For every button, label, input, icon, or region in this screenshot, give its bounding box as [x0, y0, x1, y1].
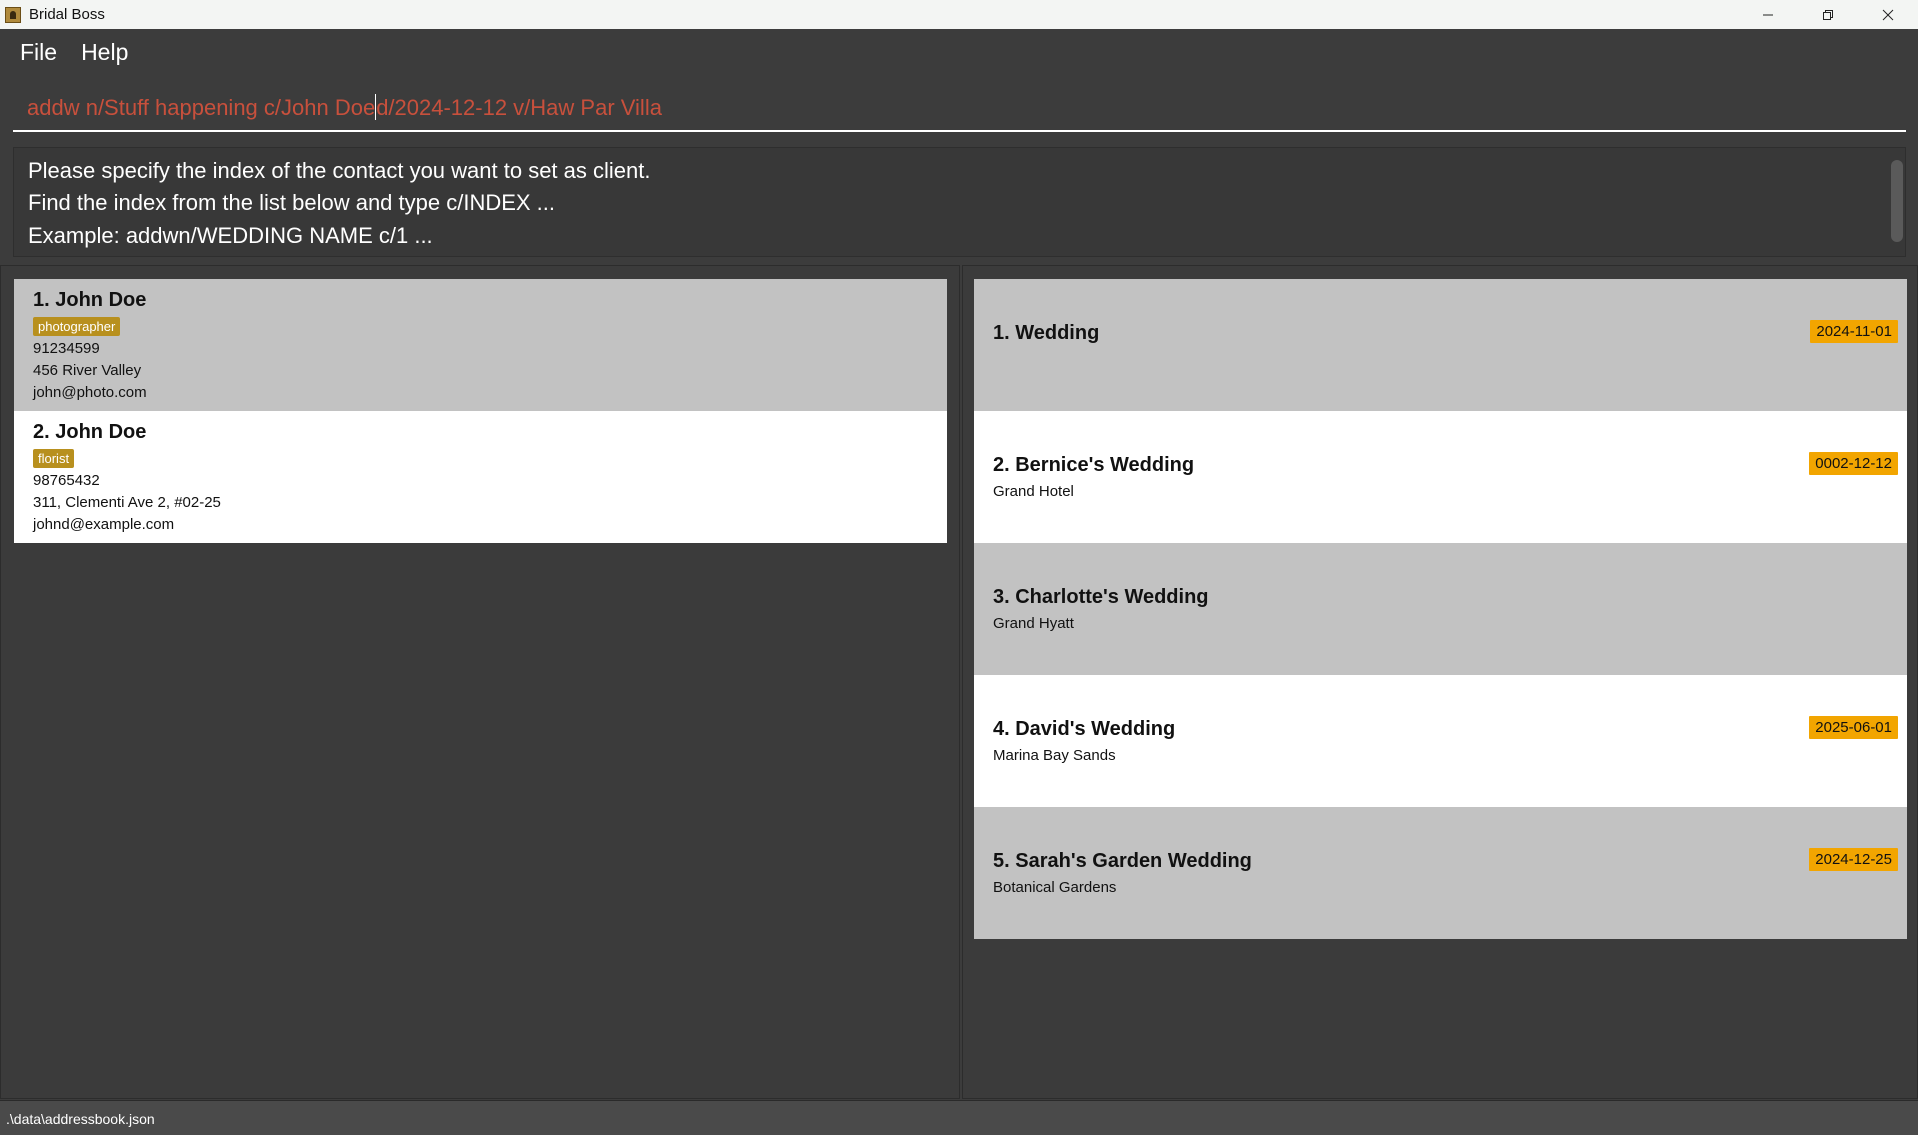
wedding-card[interactable]: 3. Charlotte's Wedding Grand Hyatt: [974, 543, 1907, 675]
person-tag: florist: [33, 449, 75, 468]
wedding-venue: Marina Bay Sands: [993, 747, 1116, 764]
wedding-card[interactable]: 1. Wedding 2024-11-01: [974, 279, 1907, 411]
result-line: Example: addwn/WEDDING NAME c/1 ...: [28, 223, 433, 248]
command-text-before-caret: addw n/Stuff happening c/John Doe: [27, 95, 376, 120]
person-card[interactable]: 2. John Doe florist 98765432 311, Clemen…: [14, 411, 947, 543]
wedding-date-badge: 2025-06-01: [1809, 716, 1898, 739]
person-address: 311, Clementi Ave 2, #02-25: [33, 494, 221, 511]
menu-help[interactable]: Help: [81, 39, 128, 66]
result-line: Please specify the index of the contact …: [28, 158, 651, 183]
wedding-name: 2. Bernice's Wedding: [993, 454, 1195, 476]
wedding-name: 1. Wedding: [993, 322, 1100, 344]
save-file-path: .\data\addressbook.json: [6, 1111, 155, 1127]
window-controls: [1738, 0, 1918, 29]
person-list-panel: 1. John Doe photographer 91234599 456 Ri…: [0, 265, 960, 1099]
menu-bar: File Help: [0, 29, 1918, 75]
wedding-name: 3. Charlotte's Wedding: [993, 586, 1209, 608]
command-input[interactable]: addw n/Stuff happening c/John Doed/2024-…: [27, 94, 662, 121]
wedding-date-badge: 2024-12-25: [1809, 848, 1898, 871]
restore-icon[interactable]: [1798, 0, 1858, 29]
wedding-venue: Grand Hotel: [993, 483, 1074, 500]
person-address: 456 River Valley: [33, 362, 142, 379]
menu-file[interactable]: File: [20, 39, 57, 66]
minimize-icon[interactable]: [1738, 0, 1798, 29]
window-title: Bridal Boss: [29, 6, 105, 23]
person-tag: photographer: [33, 317, 121, 336]
title-bar: Bridal Boss: [0, 0, 1918, 29]
wedding-list-panel: 1. Wedding 2024-11-01 2. Bernice's Weddi…: [962, 265, 1918, 1099]
person-name: 2. John Doe: [33, 421, 147, 443]
person-card[interactable]: 1. John Doe photographer 91234599 456 Ri…: [14, 279, 947, 411]
wedding-card[interactable]: 5. Sarah's Garden Wedding Botanical Gard…: [974, 807, 1907, 939]
close-icon[interactable]: [1858, 0, 1918, 29]
wedding-card[interactable]: 4. David's Wedding Marina Bay Sands 2025…: [974, 675, 1907, 807]
person-phone: 91234599: [33, 340, 100, 357]
wedding-date-badge: 2024-11-01: [1810, 320, 1898, 343]
bride-icon: [5, 6, 21, 23]
command-box[interactable]: addw n/Stuff happening c/John Doed/2024-…: [13, 84, 1906, 132]
person-email: johnd@example.com: [33, 516, 175, 533]
result-display: Please specify the index of the contact …: [13, 147, 1906, 257]
person-name: 1. John Doe: [33, 289, 147, 311]
result-scrollbar[interactable]: [1891, 160, 1903, 242]
result-line: Find the index from the list below and t…: [28, 190, 556, 215]
wedding-card[interactable]: 2. Bernice's Wedding Grand Hotel 0002-12…: [974, 411, 1907, 543]
wedding-date-badge: 0002-12-12: [1809, 452, 1898, 475]
wedding-venue: Botanical Gardens: [993, 879, 1117, 896]
person-phone: 98765432: [33, 472, 100, 489]
wedding-name: 5. Sarah's Garden Wedding: [993, 850, 1252, 872]
wedding-name: 4. David's Wedding: [993, 718, 1176, 740]
person-email: john@photo.com: [33, 384, 147, 401]
status-bar: .\data\addressbook.json: [0, 1100, 1918, 1135]
wedding-venue: Grand Hyatt: [993, 615, 1074, 632]
command-text-after-caret: d/2024-12-12 v/Haw Par Villa: [376, 95, 662, 120]
